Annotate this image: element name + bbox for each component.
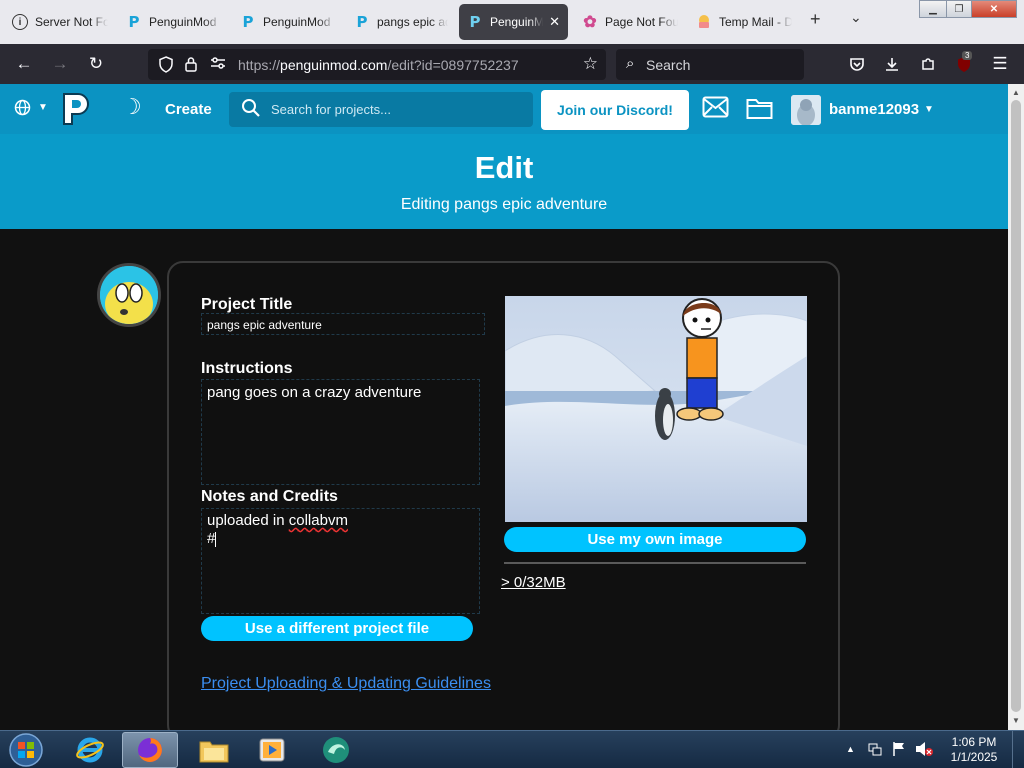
windows-taskbar: ▲ 1:06 PM 1/1/2025 — [0, 730, 1024, 768]
file-size-info[interactable]: > 0/32MB — [501, 574, 566, 591]
notes-credits-label: Notes and Credits — [201, 488, 338, 505]
join-discord-button[interactable]: Join our Discord! — [541, 90, 689, 130]
page-scrollbar[interactable]: ▲ ▼ — [1008, 84, 1024, 730]
address-bar[interactable]: https://penguinmod.com/edit?id=089775223… — [148, 49, 606, 80]
use-different-project-file-button[interactable]: Use a different project file — [201, 616, 473, 641]
tab-penguinmod-2[interactable]: P PenguinMod — [232, 4, 344, 40]
extensions-puzzle-icon[interactable] — [916, 52, 940, 76]
search-icon — [241, 98, 261, 124]
messages-mail-icon[interactable] — [702, 96, 729, 123]
bookmark-star-icon[interactable]: ☆ — [583, 54, 598, 74]
lock-icon[interactable] — [184, 56, 198, 75]
show-desktop-button[interactable] — [1012, 731, 1024, 768]
language-caret-down-icon[interactable]: ▼ — [38, 102, 48, 113]
start-button-windows-icon[interactable] — [6, 732, 46, 768]
penguinmod-icon: P — [356, 13, 368, 31]
tab-penguinmod-1[interactable]: P PenguinMod — [118, 4, 230, 40]
volume-muted-icon[interactable] — [915, 741, 933, 760]
extension-badge-count: 3 — [962, 51, 973, 60]
forward-arrow-icon[interactable]: → — [48, 52, 72, 76]
network-icon[interactable] — [867, 741, 883, 760]
project-title-label: Project Title — [201, 296, 293, 313]
user-menu-caret-down-icon[interactable]: ▼ — [924, 104, 934, 115]
create-link[interactable]: Create — [165, 101, 212, 118]
text-cursor — [215, 531, 217, 547]
tab-page-not-found[interactable]: ✿ Page Not Found — [574, 4, 686, 40]
tab-server-not-found[interactable]: i Server Not Found — [4, 4, 116, 40]
user-avatar-small[interactable] — [791, 95, 821, 125]
restore-window-icon[interactable]: ❐ — [946, 0, 972, 18]
tab-penguinmod-active[interactable]: P PenguinMod ✕ — [459, 4, 568, 40]
downloads-icon[interactable] — [880, 52, 904, 76]
info-icon: i — [12, 14, 28, 30]
browser-toolbar: ← → ↻ https://penguinmod.com/edit?id=089… — [0, 44, 1024, 84]
profile-avatar — [97, 263, 161, 327]
tab-strip: i Server Not Found P PenguinMod P Pengui… — [0, 0, 1024, 44]
instructions-label: Instructions — [201, 360, 293, 377]
project-title-input[interactable]: pangs epic adventure — [201, 313, 485, 335]
tab-temp-mail[interactable]: Temp Mail - Disposable — [688, 4, 800, 40]
my-stuff-folder-icon[interactable] — [746, 96, 773, 125]
penguinmod-logo[interactable] — [58, 88, 94, 128]
username-label[interactable]: banme12093 — [829, 101, 919, 118]
close-window-icon[interactable]: ✕ — [971, 0, 1017, 18]
file-explorer-folder-icon[interactable] — [186, 732, 242, 768]
system-clock[interactable]: 1:06 PM 1/1/2025 — [940, 735, 1008, 765]
back-arrow-icon[interactable]: ← — [12, 52, 36, 76]
tab-pangs-epic-adventure[interactable]: P pangs epic adventure — [346, 4, 456, 40]
penguinmod-icon: P — [242, 13, 254, 31]
notes-line-1: uploaded in collabvm — [207, 512, 348, 529]
action-center-flag-icon[interactable] — [892, 741, 906, 760]
notes-line-2: # — [207, 530, 217, 547]
notes-credits-textarea[interactable]: uploaded in collabvm # — [201, 508, 480, 614]
pocket-icon[interactable] — [845, 52, 869, 76]
page-subtitle: Editing pangs epic adventure — [400, 196, 608, 213]
close-tab-icon[interactable]: ✕ — [549, 14, 560, 30]
app-menu-hamburger-icon[interactable]: ☰ — [988, 52, 1012, 76]
misspelled-word: collabvm — [288, 512, 348, 529]
edit-hero-banner: Edit Editing pangs epic adventure — [0, 134, 1008, 229]
show-hidden-icons-arrow-icon[interactable]: ▲ — [846, 744, 855, 754]
shield-icon[interactable] — [158, 56, 174, 76]
reload-icon[interactable]: ↻ — [84, 52, 108, 76]
use-my-own-image-button[interactable]: Use my own image — [504, 527, 806, 552]
page-title: Edit — [474, 150, 534, 185]
firefox-icon[interactable] — [122, 732, 178, 768]
internet-explorer-icon[interactable] — [62, 732, 118, 768]
media-player-icon[interactable] — [244, 732, 300, 768]
permissions-sliders-icon[interactable] — [210, 56, 226, 73]
scrollbar-thumb[interactable] — [1011, 100, 1021, 712]
instructions-textarea[interactable]: pang goes on a crazy adventure — [201, 379, 480, 485]
minimize-window-icon[interactable]: ▁ — [919, 0, 947, 18]
page-viewport: ▼ ☽ Create Search for projects... Join o… — [0, 84, 1008, 730]
scroll-down-arrow-icon[interactable]: ▼ — [1012, 716, 1020, 725]
penguinmod-icon: P — [128, 13, 140, 31]
new-tab-plus-icon[interactable]: + — [810, 9, 821, 30]
browser-search-box[interactable]: ⌕ Search — [616, 49, 804, 80]
scroll-up-arrow-icon[interactable]: ▲ — [1012, 88, 1020, 97]
thumbnail-divider — [504, 562, 806, 564]
list-tabs-chevron-down-icon[interactable]: ⌄ — [850, 9, 862, 26]
project-thumbnail — [505, 296, 807, 522]
dark-mode-moon-icon[interactable]: ☽ — [122, 94, 142, 120]
upload-guidelines-link[interactable]: Project Uploading & Updating Guidelines — [201, 675, 491, 693]
temp-mail-icon — [696, 14, 712, 30]
app-green-round-icon[interactable] — [308, 732, 364, 768]
flower-icon: ✿ — [583, 14, 597, 31]
search-icon: ⌕ — [626, 55, 635, 72]
penguinmod-icon: P — [469, 13, 481, 31]
site-navbar: ▼ ☽ Create Search for projects... Join o… — [0, 84, 1008, 134]
url-text: https://penguinmod.com/edit?id=089775223… — [238, 57, 519, 73]
globe-language-icon[interactable] — [14, 99, 31, 121]
project-search-input[interactable]: Search for projects... — [229, 92, 533, 127]
